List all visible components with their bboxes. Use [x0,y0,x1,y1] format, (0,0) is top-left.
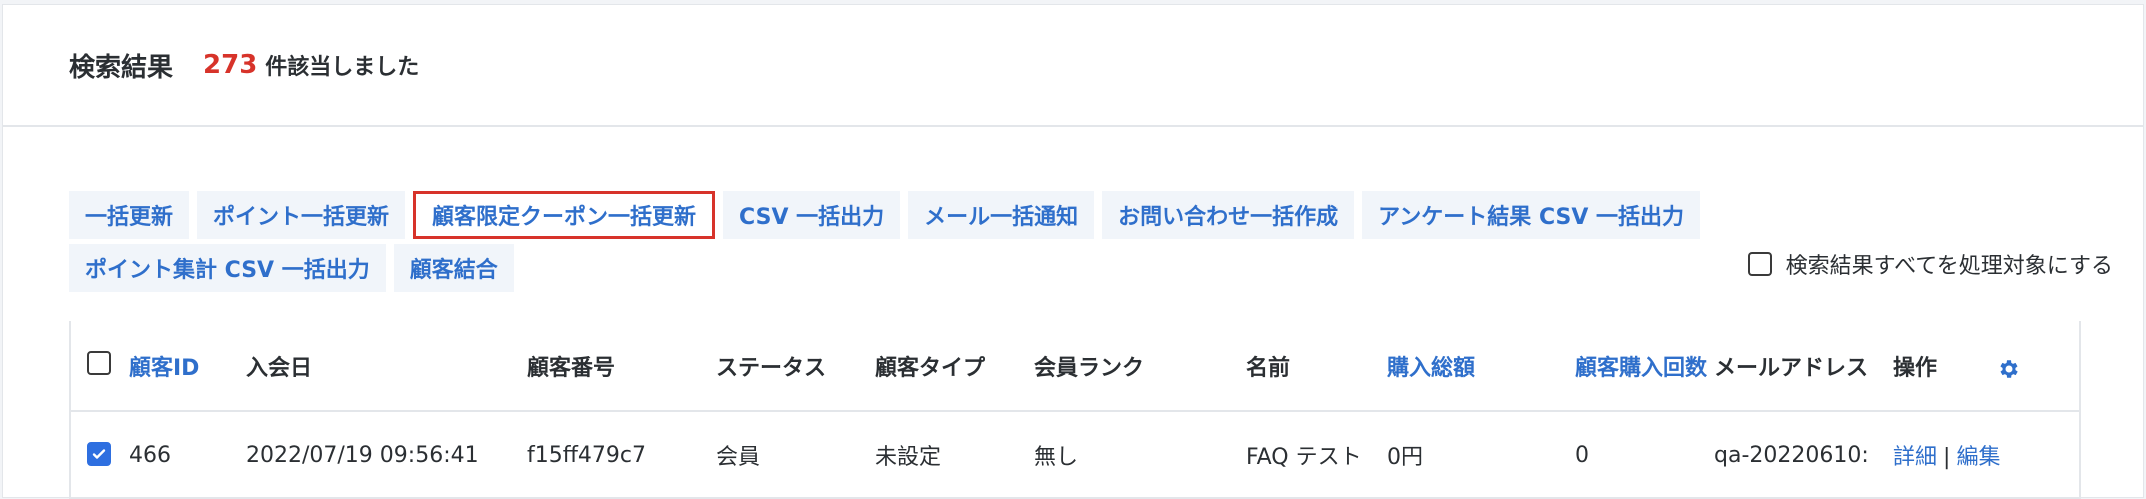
col-actions-label: 操作 [1893,355,1938,381]
row-select-checkbox[interactable] [87,442,111,466]
cell-status: 会員 [716,445,761,470]
col-actions: 操作 [1893,321,2079,411]
bulk-point-update-button[interactable]: ポイント一括更新 [197,191,406,239]
cell-member-rank: 無し [1034,445,1079,470]
search-results-panel: 検索結果 273 件該当しました 一括更新 ポイント一括更新 顧客限定クーポン一… [2,4,2144,499]
customer-table: 顧客ID 入会日 顧客番号 ステータス 顧客タイプ 会員ランク 名前 購入総額 … [71,321,2079,499]
cell-actions: 詳細 | 編集 [1893,411,2079,499]
check-icon [92,449,106,459]
col-customer-id[interactable]: 顧客ID [129,321,246,411]
table-header-row: 顧客ID 入会日 顧客番号 ステータス 顧客タイプ 会員ランク 名前 購入総額 … [71,321,2079,411]
col-name: 名前 [1246,355,1291,381]
bulk-update-button[interactable]: 一括更新 [69,191,190,239]
results-header: 検索結果 273 件該当しました [3,5,2143,127]
customer-table-container: 顧客ID 入会日 顧客番号 ステータス 顧客タイプ 会員ランク 名前 購入総額 … [69,321,2081,499]
bulk-mail-notify-button[interactable]: メール一括通知 [908,191,1095,239]
cell-purchase-count: 0 [1575,442,1589,468]
bulk-point-summary-csv-button[interactable]: ポイント集計 CSV 一括出力 [69,244,386,292]
gear-icon[interactable] [1997,357,2021,381]
col-customer-type: 顧客タイプ [875,355,986,381]
bulk-coupon-update-button[interactable]: 顧客限定クーポン一括更新 [413,191,716,239]
cell-customer-id: 466 [129,442,171,468]
detail-link[interactable]: 詳細 [1893,445,1937,470]
col-total-purchase[interactable]: 購入総額 [1387,321,1575,411]
table-row: 466 2022/07/19 09:56:41 f15ff479c7 会員 未設… [71,411,2079,499]
bulk-csv-export-button[interactable]: CSV 一括出力 [723,191,901,239]
action-separator: | [1943,445,1951,470]
bulk-survey-csv-export-button[interactable]: アンケート結果 CSV 一括出力 [1362,191,1701,239]
cell-customer-type: 未設定 [875,445,942,470]
header-select-checkbox[interactable] [87,350,111,375]
col-purchase-count[interactable]: 顧客購入回数 [1575,321,1714,411]
cell-name: FAQ テスト [1246,445,1362,470]
col-status: ステータス [716,355,827,381]
bulk-actions-row-1: 一括更新 ポイント一括更新 顧客限定クーポン一括更新 CSV 一括出力 メール一… [69,191,2089,239]
results-count: 273 [203,50,258,80]
select-all-results[interactable]: 検索結果すべてを処理対象にする [1747,248,2113,280]
select-all-label: 検索結果すべてを処理対象にする [1785,254,2113,279]
col-member-rank: 会員ランク [1034,355,1145,381]
select-all-checkbox[interactable] [1747,252,1772,276]
cell-joined-date: 2022/07/19 09:56:41 [246,442,479,468]
merge-customers-button[interactable]: 顧客結合 [393,244,514,292]
cell-email: qa-20220610: [1714,442,1869,468]
col-joined-date: 入会日 [246,355,313,381]
col-email: メールアドレス [1714,355,1869,381]
col-customer-number: 顧客番号 [527,355,616,381]
results-count-suffix: 件該当しました [265,55,420,80]
edit-link[interactable]: 編集 [1956,445,2000,470]
cell-customer-number: f15ff479c7 [527,442,646,468]
results-title: 検索結果 [69,52,174,83]
cell-total-purchase: 0円 [1387,445,1423,470]
bulk-inquiry-create-button[interactable]: お問い合わせ一括作成 [1102,191,1355,239]
